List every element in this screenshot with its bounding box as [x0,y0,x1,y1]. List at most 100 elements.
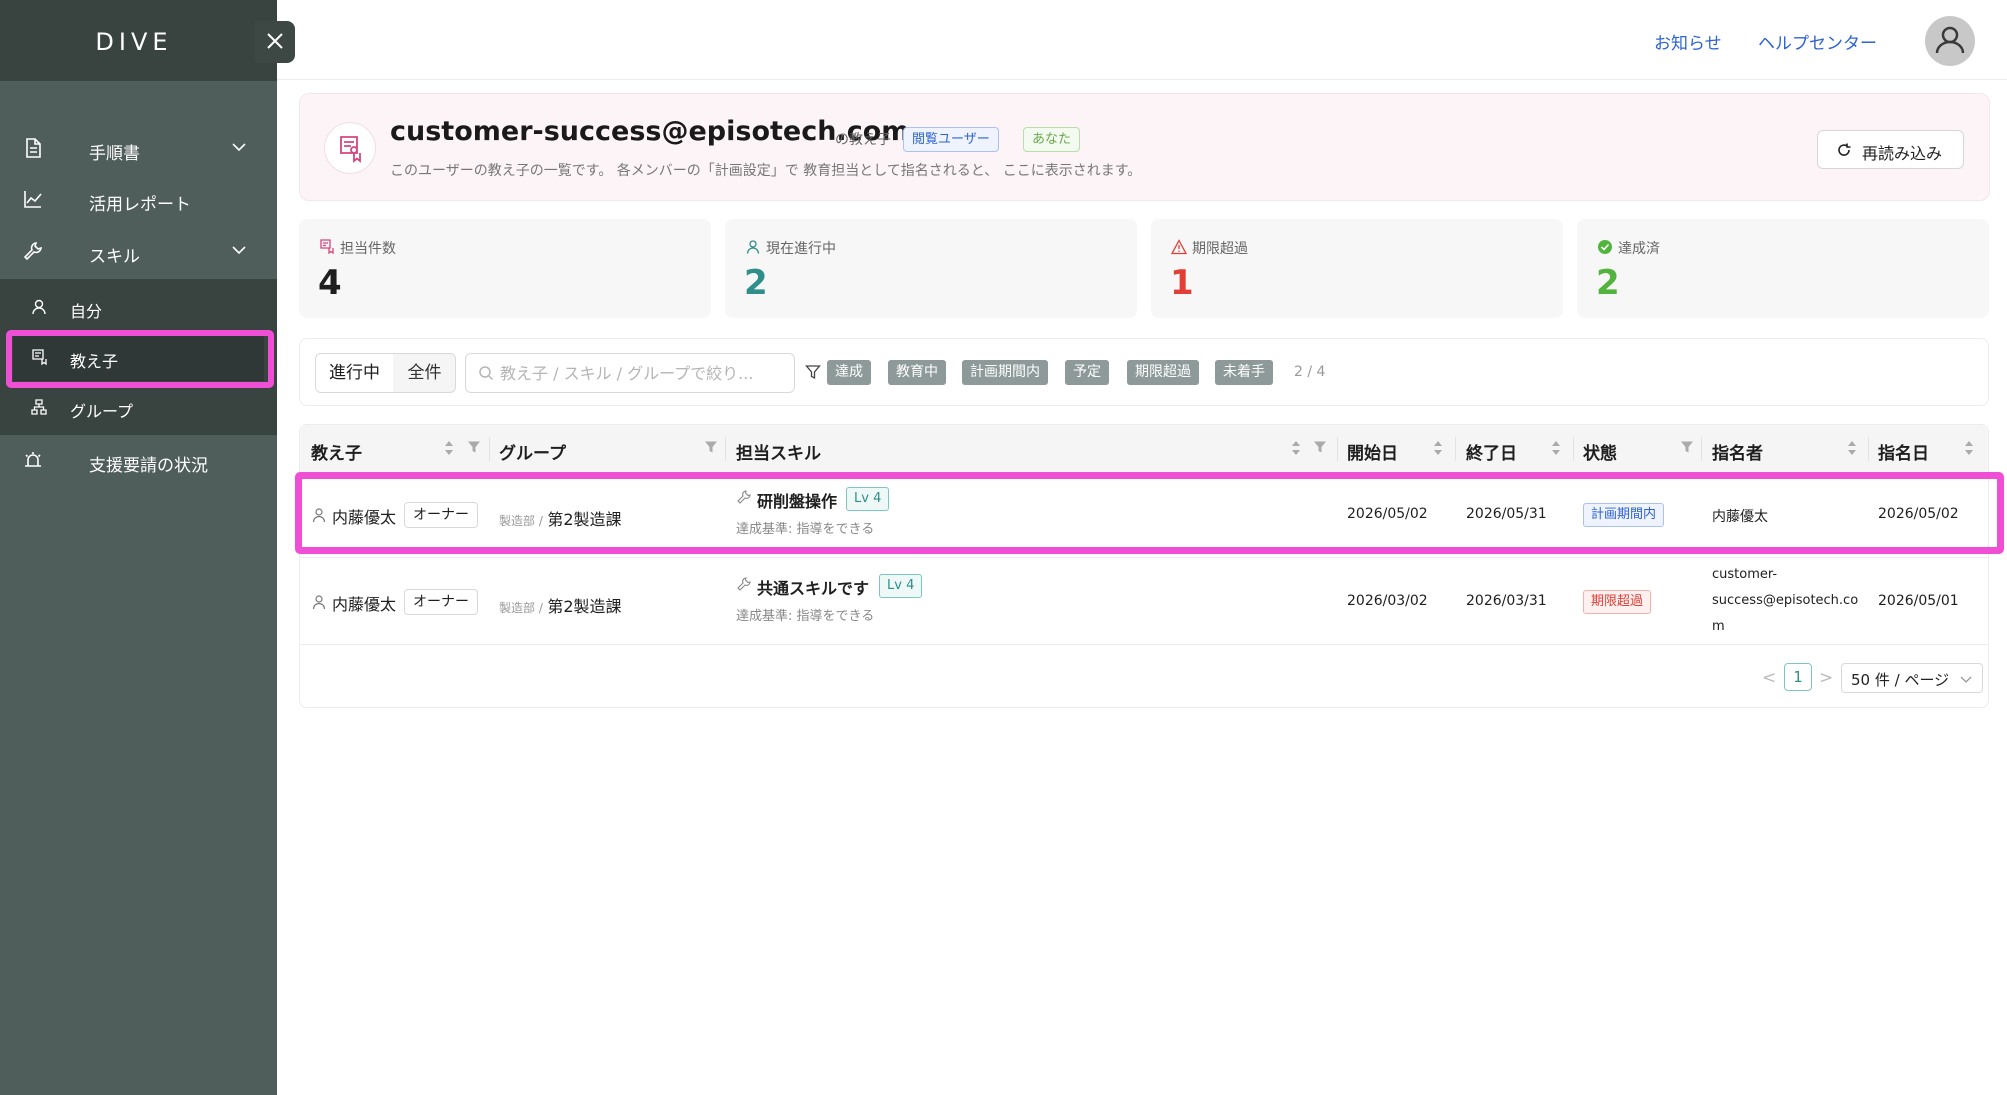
column-divider [1573,437,1574,461]
user-icon [312,595,326,610]
top-bar [277,0,2007,80]
students-table: 教え子 グループ 担当スキル 開始日 終了日 状態 指名者 指名日 内藤優太 オ… [299,424,1989,708]
filter-icon [805,365,821,380]
end-date: 2026/03/31 [1466,593,1547,609]
role-tag: オーナー [404,589,478,615]
line-chart-icon [24,191,42,208]
filter-chip-scheduled[interactable]: 予定 [1065,360,1109,385]
column-header-student[interactable]: 教え子 [311,439,362,464]
filter-bar: 進行中 全件 達成 教育中 計画期間内 予定 期限超過 未着手 2 / 4 [299,338,1989,406]
assigner-email-line: customer- [1712,567,1778,582]
org-chart-icon [31,399,47,415]
column-filter-icon[interactable] [704,440,718,454]
search-box [465,353,795,393]
sidebar-item-groups[interactable]: グループ [0,385,277,431]
you-tag: あなた [1023,127,1081,152]
level-tag: Lv 4 [879,574,923,598]
column-divider [1868,437,1869,461]
column-filter-icon[interactable] [1680,440,1694,454]
sidebar-item-skills[interactable]: スキル [0,227,277,277]
refresh-icon [1838,143,1851,156]
stat-card-overdue: 期限超過 1 [1151,219,1563,318]
search-input[interactable] [500,362,785,384]
stat-label: 達成済 [1618,241,1660,257]
group-name: 第2製造課 [547,597,622,616]
column-header-skill[interactable]: 担当スキル [736,439,821,464]
column-header-assigned-date[interactable]: 指名日 [1878,439,1929,464]
user-avatar-icon [1935,26,1965,54]
page-size-label: 50 件 / ページ [1851,671,1950,689]
stat-label: 現在進行中 [766,241,836,257]
assigned-date: 2026/05/01 [1878,593,1959,609]
sidebar-item-report[interactable]: 活用レポート [0,175,277,225]
column-header-group[interactable]: グループ [499,439,566,464]
reload-button[interactable]: 再読み込み [1817,130,1964,169]
column-header-end-date[interactable]: 終了日 [1466,439,1517,464]
group-path: 製造部 / 第2製造課 [499,593,622,617]
brand-logo: DIVE [95,28,173,56]
column-header-start-date[interactable]: 開始日 [1347,439,1398,464]
start-date: 2026/03/02 [1347,593,1428,609]
sidebar-item-label: 活用レポート [89,195,191,215]
sidebar-item-support-requests[interactable]: 支援要請の状況 [0,436,277,486]
sort-icon[interactable] [443,439,455,457]
column-header-status[interactable]: 状態 [1583,439,1617,464]
page-size-select[interactable]: 50 件 / ページ [1841,663,1983,693]
column-divider [725,437,726,461]
search-icon [479,366,494,381]
prev-page-button[interactable]: < [1762,668,1776,688]
chevron-down-icon [232,246,246,255]
sort-icon[interactable] [1432,439,1444,457]
warning-icon [1171,239,1187,255]
column-header-assigner[interactable]: 指名者 [1712,439,1763,464]
column-filter-icon[interactable] [467,440,481,454]
filter-chip-within-plan[interactable]: 計画期間内 [962,360,1048,385]
page-description: このユーザーの教え子の一覧です。 各メンバーの「計画設定」で 教育担当として指名… [390,163,1142,179]
column-filter-icon[interactable] [1313,440,1327,454]
sort-icon[interactable] [1846,439,1858,457]
sidebar-item-self[interactable]: 自分 [0,285,277,331]
sort-icon[interactable] [1290,439,1302,457]
table-row[interactable]: 内藤優太 オーナー 製造部 / 第2製造課 共通スキルです Lv 4 達成基準:… [300,559,1988,645]
segment-in-progress[interactable]: 進行中 [316,354,393,392]
wrench-icon [23,242,42,261]
viewer-user-tag: 閲覧ユーザー [903,127,999,152]
result-count: 2 / 4 [1294,364,1326,380]
student-name[interactable]: 内藤優太 [332,591,396,615]
filter-chip-overdue[interactable]: 期限超過 [1127,360,1199,385]
sort-icon[interactable] [1550,439,1562,457]
view-segmented-control: 進行中 全件 [315,353,456,393]
reload-label: 再読み込み [1862,144,1943,163]
help-center-link[interactable]: ヘルプセンター [1758,29,1877,54]
stat-label: 期限超過 [1192,241,1248,257]
stat-card-achieved: 達成済 2 [1577,219,1989,318]
filter-chip-training[interactable]: 教育中 [888,360,946,385]
sidebar-header: DIVE [0,0,277,81]
certificate-icon [320,239,334,255]
sidebar-item-label: 支援要請の状況 [89,456,208,476]
achievement-criteria: 達成基準: 指導をできる [736,609,875,624]
sidebar-item-label: 自分 [70,302,103,321]
filter-chip-not-started[interactable]: 未着手 [1215,360,1273,385]
sidebar-item-manuals[interactable]: 手順書 [0,124,277,174]
page-number[interactable]: 1 [1784,663,1812,691]
sidebar-item-label: スキル [89,247,140,267]
assigner-email-line: m [1712,619,1725,634]
user-banner: customer-success@episotech.com の教え子 閲覧ユー… [299,93,1990,201]
alarm-icon [25,452,41,467]
title-suffix: の教え子 [835,132,891,148]
notifications-link[interactable]: お知らせ [1654,29,1722,54]
user-icon [32,299,46,315]
segment-all[interactable]: 全件 [393,354,455,392]
stat-value: 2 [1596,263,1620,303]
stat-value: 2 [744,263,768,303]
user-icon [746,240,760,254]
stat-label: 担当件数 [340,241,396,257]
filter-chip-achieved[interactable]: 達成 [827,360,871,385]
skill-name[interactable]: 共通スキルです [757,575,869,599]
next-page-button[interactable]: > [1819,668,1833,688]
sort-icon[interactable] [1963,439,1975,457]
page-title: customer-success@episotech.com [390,116,910,147]
avatar[interactable] [1925,16,1975,66]
check-circle-icon [1598,240,1612,254]
